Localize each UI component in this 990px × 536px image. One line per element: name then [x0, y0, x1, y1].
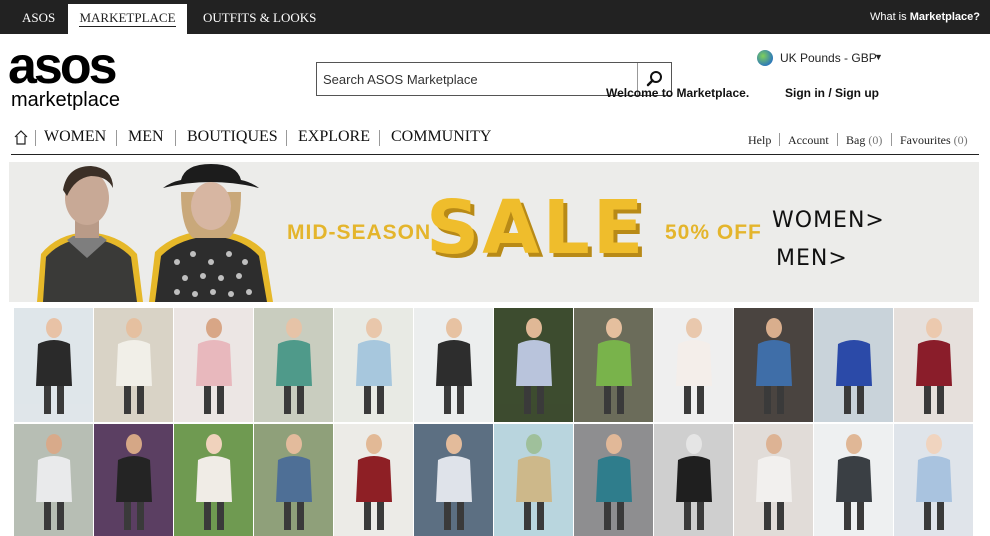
product-tile[interactable]: [334, 308, 413, 422]
favourites-link[interactable]: Favourites (0): [900, 133, 968, 148]
product-tile[interactable]: [734, 308, 813, 422]
product-photo: [174, 308, 253, 422]
what-is-marketplace-link[interactable]: What is Marketplace?: [870, 0, 980, 35]
product-photo: [254, 308, 333, 422]
favourites-label: Favourites: [900, 133, 951, 147]
product-tile[interactable]: [894, 424, 973, 536]
product-photo: [494, 424, 573, 536]
product-tile[interactable]: [654, 424, 733, 536]
product-tile[interactable]: [574, 308, 653, 422]
top-bar: ASOS MARKETPLACE OUTFITS & LOOKS What is…: [0, 0, 990, 34]
globe-icon: [757, 50, 773, 66]
nav-women[interactable]: WOMEN: [44, 128, 106, 146]
product-grid: [14, 308, 974, 536]
product-photo: [174, 424, 253, 536]
what-is-marketplace: Marketplace?: [909, 11, 980, 23]
nav-divider: [35, 130, 36, 146]
product-photo: [414, 308, 493, 422]
bag-link[interactable]: Bag (0): [846, 133, 882, 148]
product-photo: [414, 424, 493, 536]
product-photo: [14, 424, 93, 536]
product-photo: [574, 424, 653, 536]
product-tile[interactable]: [894, 308, 973, 422]
nav-men[interactable]: MEN: [128, 128, 164, 146]
favourites-count: (0): [953, 133, 968, 147]
product-tile[interactable]: [254, 424, 333, 536]
product-tile[interactable]: [654, 308, 733, 422]
nav-divider: [286, 130, 287, 146]
tab-marketplace-label: MARKETPLACE: [79, 10, 176, 27]
product-photo: [734, 424, 813, 536]
nav-divider: [116, 130, 117, 146]
product-tile[interactable]: [494, 308, 573, 422]
product-tile[interactable]: [94, 424, 173, 536]
banner-sale: SALE: [426, 185, 647, 271]
welcome-text: Welcome to Marketplace.: [606, 86, 750, 100]
help-link[interactable]: Help: [748, 133, 771, 148]
product-tile[interactable]: [94, 308, 173, 422]
banner-women-link[interactable]: WOMEN>: [772, 208, 885, 233]
tab-outfits-looks[interactable]: OUTFITS & LOOKS: [203, 0, 316, 34]
search-input[interactable]: [317, 63, 637, 95]
banner-male-model-image: [37, 166, 143, 302]
product-tile[interactable]: [254, 308, 333, 422]
product-tile[interactable]: [14, 424, 93, 536]
banner-men-link[interactable]: MEN>: [776, 246, 848, 271]
asos-marketplace-logo[interactable]: asos marketplace: [8, 40, 138, 114]
product-tile[interactable]: [734, 424, 813, 536]
banner-female-model-image: [149, 164, 273, 302]
what-is-prefix: What is: [869, 11, 910, 23]
logo-asos-text: asos: [8, 37, 118, 95]
product-photo: [734, 308, 813, 422]
product-tile[interactable]: [414, 424, 493, 536]
sign-in-link[interactable]: Sign in / Sign up: [785, 86, 879, 100]
product-photo: [94, 424, 173, 536]
product-photo: [814, 308, 893, 422]
nav-explore[interactable]: EXPLORE: [298, 128, 370, 146]
nav-divider: [379, 130, 380, 146]
nav-divider: [175, 130, 176, 146]
product-tile[interactable]: [174, 308, 253, 422]
product-photo: [494, 308, 573, 422]
chevron-down-icon: ▼: [874, 52, 883, 62]
util-divider: [891, 133, 892, 146]
logo-marketplace-text: marketplace: [11, 89, 120, 111]
product-tile[interactable]: [334, 424, 413, 536]
product-photo: [894, 308, 973, 422]
banner-discount: 50% OFF: [665, 221, 762, 244]
product-tile[interactable]: [494, 424, 573, 536]
product-tile[interactable]: [174, 424, 253, 536]
sale-banner[interactable]: MID-SEASON SALE 50% OFF WOMEN> MEN>: [9, 162, 979, 302]
product-photo: [654, 308, 733, 422]
product-tile[interactable]: [414, 308, 493, 422]
product-photo: [94, 308, 173, 422]
currency-label: UK Pounds - GBP: [780, 51, 877, 65]
product-tile[interactable]: [14, 308, 93, 422]
home-icon[interactable]: [13, 129, 29, 145]
product-tile[interactable]: [814, 308, 893, 422]
util-divider: [837, 133, 838, 146]
product-photo: [654, 424, 733, 536]
product-photo: [334, 424, 413, 536]
nav-community[interactable]: COMMUNITY: [391, 128, 491, 146]
banner-mid-season: MID-SEASON: [287, 221, 432, 244]
main-nav: WOMEN MEN BOUTIQUES EXPLORE COMMUNITY He…: [11, 124, 979, 155]
product-photo: [334, 308, 413, 422]
product-tile[interactable]: [814, 424, 893, 536]
tab-marketplace[interactable]: MARKETPLACE: [68, 4, 187, 34]
product-photo: [814, 424, 893, 536]
product-photo: [894, 424, 973, 536]
product-photo: [254, 424, 333, 536]
bag-count: (0): [868, 133, 883, 147]
product-tile[interactable]: [574, 424, 653, 536]
product-photo: [574, 308, 653, 422]
nav-boutiques[interactable]: BOUTIQUES: [187, 128, 278, 146]
util-divider: [779, 133, 780, 146]
tab-asos[interactable]: ASOS: [22, 0, 55, 34]
account-link[interactable]: Account: [788, 133, 829, 148]
bag-label: Bag: [846, 133, 866, 147]
product-photo: [14, 308, 93, 422]
